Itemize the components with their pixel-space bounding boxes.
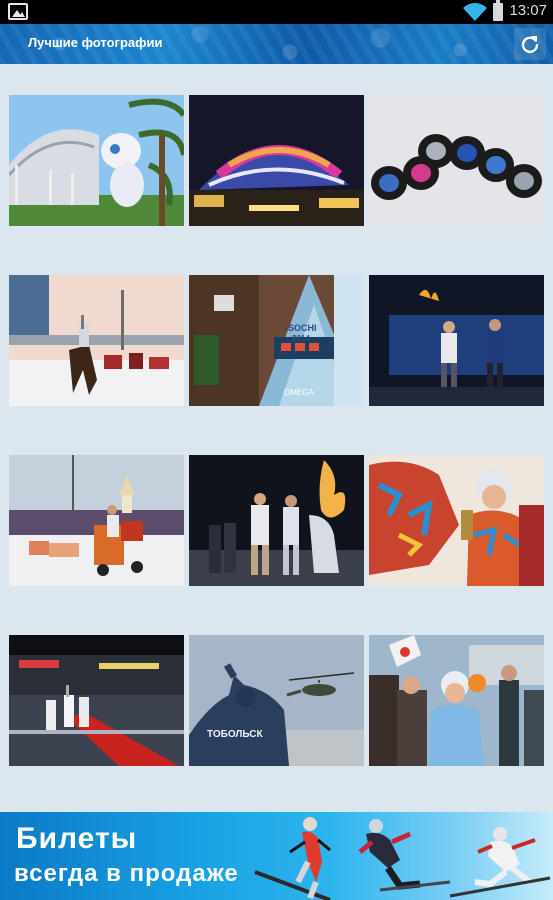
skiers-illustration	[254, 817, 551, 900]
banner-subtitle: всегда в продаже	[14, 860, 239, 887]
sochi-logo-text-2: 2014	[292, 334, 310, 343]
hockey-pucks-photo[interactable]	[369, 95, 544, 226]
photo-grid: SOCHI 2014 OMEGA ТОБОЛЬСК	[0, 64, 553, 812]
arena-red-carpet-photo[interactable]	[9, 635, 184, 766]
status-bar: 13:07	[0, 0, 553, 24]
dog-sled-torch-photo[interactable]	[9, 455, 184, 586]
refresh-button[interactable]	[514, 28, 546, 60]
sochi-logo-text-1: SOCHI	[288, 323, 317, 333]
omega-text: OMEGA	[284, 388, 314, 397]
torchbearer-crowd-photo[interactable]	[369, 455, 544, 586]
torch-stage-photo[interactable]	[369, 275, 544, 406]
helicopter-tobolsk-photo[interactable]: ТОБОЛЬСК	[189, 635, 364, 766]
sochi-countdown-clock-photo[interactable]: SOCHI 2014 OMEGA	[189, 275, 364, 406]
refresh-icon	[521, 36, 539, 54]
banner-title: Билеты	[16, 822, 138, 855]
stadium-night-photo[interactable]	[189, 95, 364, 226]
wifi-icon	[463, 3, 487, 22]
page-title: Лучшие фотографии	[28, 35, 163, 50]
horse-race-torch-photo[interactable]	[9, 275, 184, 406]
tobolsk-text: ТОБОЛЬСК	[207, 729, 264, 740]
battery-icon	[493, 0, 503, 21]
torch-lighting-photo[interactable]	[189, 455, 364, 586]
action-bar: Лучшие фотографии	[0, 24, 553, 64]
gallery-icon	[8, 3, 28, 20]
clock: 13:07	[509, 2, 547, 19]
mascot-statue-photo[interactable]	[9, 95, 184, 226]
snow-maiden-crowd-photo[interactable]	[369, 635, 544, 766]
tickets-banner[interactable]: Билеты всегда в продаже	[0, 812, 553, 900]
